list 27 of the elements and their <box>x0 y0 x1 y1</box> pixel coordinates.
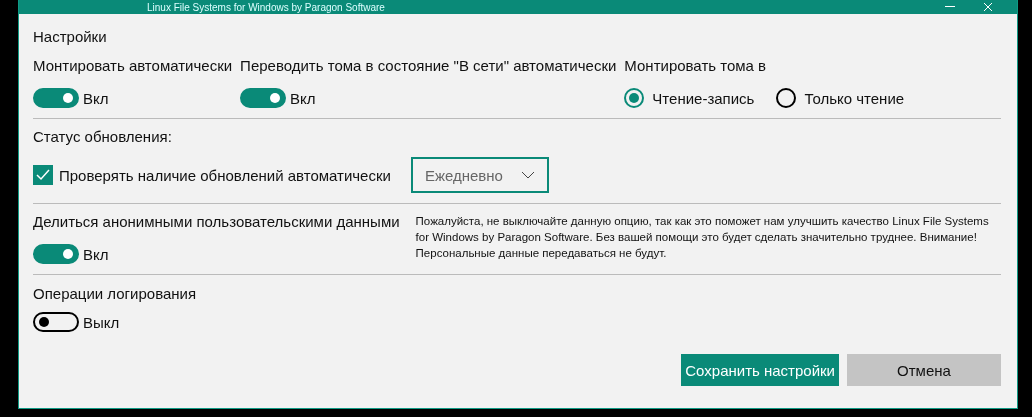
radio-label: Только чтение <box>804 89 905 107</box>
toggle-state-label: Вкл <box>83 89 109 107</box>
setting-label: Операции логирования <box>33 285 198 302</box>
toggle-state-label: Выкл <box>83 313 120 331</box>
toggle-state-label: Вкл <box>83 245 109 263</box>
toggle-switch[interactable] <box>33 312 79 332</box>
toggle-state-label: Вкл <box>290 89 316 107</box>
section-heading: Настройки <box>33 28 108 45</box>
save-button[interactable]: Сохранить настройки <box>681 354 839 386</box>
section-heading: Статус обновления: <box>33 128 173 145</box>
frequency-dropdown[interactable]: Ежедневно <box>410 157 549 193</box>
info-text: Пожалуйста, не выключайте данную опцию, так как это поможет нам улучшить качество Linux File Systems for Windows by Paragon Software. Без вашей помощи это будет сделать значительно труднее. Внимание! Персональные данные передаваться не будут. <box>415 214 990 261</box>
radio-button[interactable] <box>624 88 645 108</box>
radio-label: Чтение-запись <box>652 89 755 107</box>
toggle-switch[interactable] <box>240 88 287 108</box>
setting-label: Переводить тома в состояние "В сети" автоматически <box>240 57 617 74</box>
window-title: Linux File Systems for Windows by Paragon Software <box>147 1 386 13</box>
checkbox[interactable] <box>33 165 53 185</box>
toggle-switch[interactable] <box>33 244 79 264</box>
setting-label: Монтировать тома в <box>624 57 768 74</box>
toggle-switch[interactable] <box>33 88 79 108</box>
setting-label: Монтировать автоматически <box>33 57 233 74</box>
cancel-button[interactable]: Отмена <box>847 354 1001 386</box>
radio-button[interactable] <box>776 88 797 108</box>
checkbox-label: Проверять наличие обновлений автоматически <box>59 166 391 184</box>
setting-label: Делиться анонимными пользовательскими данными <box>33 213 400 230</box>
chevron-down-icon <box>520 171 535 179</box>
